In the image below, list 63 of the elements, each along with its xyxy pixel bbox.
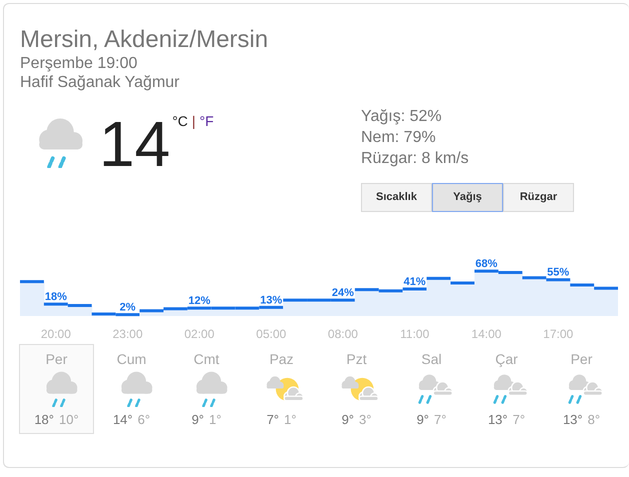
time-label: 23:00 <box>112 327 143 341</box>
day-forecast[interactable]: Cmt 9° 1° <box>169 344 244 434</box>
day-forecast[interactable]: Cum 14° 6° <box>94 344 169 434</box>
weather-stat: Nem: 79% <box>361 128 437 148</box>
value-label: 24% <box>332 287 354 300</box>
day-name: Cum <box>116 351 146 367</box>
day-name: Çar <box>495 351 518 367</box>
day-name: Pzt <box>346 351 367 367</box>
high-temp: 14° <box>112 412 133 427</box>
time-label: 08:00 <box>328 327 358 341</box>
value-label: 13% <box>260 294 282 306</box>
low-temp: 7° <box>434 412 446 427</box>
chart-bar <box>594 286 618 316</box>
time-label: 17:00 <box>543 327 574 341</box>
day-forecast[interactable]: Sal 9° 7° <box>394 344 469 434</box>
weather-stat: Yağış: 52% <box>361 107 443 127</box>
high-temp: 9° <box>342 412 354 427</box>
low-temp: 7° <box>512 412 526 427</box>
unit-separator: | <box>192 113 196 129</box>
day-name: Paz <box>269 351 294 367</box>
value-label: 55% <box>547 266 570 279</box>
day-name: Sal <box>421 351 442 367</box>
high-temp: 18° <box>34 412 54 427</box>
low-temp: 10° <box>59 412 79 427</box>
low-temp: 6° <box>138 412 150 427</box>
high-temp: 9° <box>416 412 429 427</box>
chart-tab[interactable]: Yağış <box>432 183 503 212</box>
day-forecast[interactable]: Çar 13° 7° <box>469 344 544 434</box>
high-temp: 9° <box>192 412 204 427</box>
high-temp: 13° <box>488 412 508 427</box>
date-time: Perşembe 19:00 <box>20 54 138 73</box>
unit-label: °C <box>172 113 188 129</box>
value-label: 2% <box>120 302 136 314</box>
value-label: 12% <box>188 295 210 308</box>
day-forecast[interactable]: Per 13° 8° <box>544 344 619 434</box>
weather-condition: Hafif Sağanak Yağmur <box>20 73 180 92</box>
location-title: Mersin, Akdeniz/Mersin <box>20 26 270 54</box>
chart-tab[interactable]: Sıcaklık <box>361 183 432 212</box>
value-label: 18% <box>44 291 67 304</box>
day-forecast[interactable]: Paz 7° 1° <box>244 344 319 434</box>
high-temp: 7° <box>266 412 279 427</box>
temperature: 14 <box>99 114 170 174</box>
low-temp: 1° <box>209 412 222 427</box>
weather-stat: Rüzgar: 8 km/s <box>361 149 470 169</box>
low-temp: 3° <box>359 412 372 427</box>
time-label: 05:00 <box>256 327 286 341</box>
value-label: 41% <box>404 276 426 288</box>
day-forecast[interactable]: Per 18° 10° <box>19 344 94 434</box>
day-name: Cmt <box>194 351 220 367</box>
time-label: 20:00 <box>40 327 71 341</box>
time-label: 11:00 <box>400 327 430 341</box>
unit-link[interactable]: °F <box>200 113 214 129</box>
high-temp: 13° <box>562 412 583 427</box>
time-label: 02:00 <box>184 327 214 341</box>
day-name: Per <box>570 351 592 367</box>
day-forecast[interactable]: Pzt 9° 3° <box>319 344 394 434</box>
day-name: Per <box>46 351 68 367</box>
chart-tab[interactable]: Rüzgar <box>503 183 574 212</box>
time-label: 14:00 <box>471 327 502 341</box>
low-temp: 8° <box>588 412 600 427</box>
value-label: 68% <box>475 258 498 270</box>
chart-bar <box>164 307 188 316</box>
low-temp: 1° <box>284 412 296 427</box>
